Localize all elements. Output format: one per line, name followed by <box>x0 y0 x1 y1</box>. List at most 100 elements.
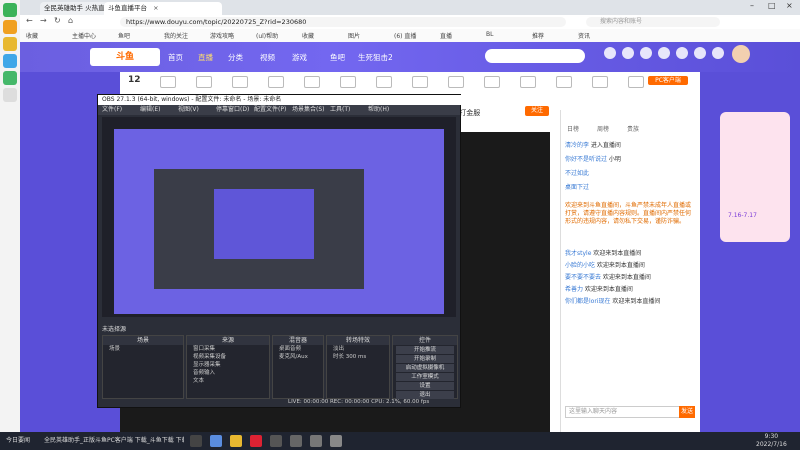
category-icon[interactable] <box>268 76 284 88</box>
site-search-input[interactable] <box>485 49 585 63</box>
category-icon[interactable] <box>340 76 356 88</box>
dock-item[interactable]: 视频采集设备 <box>187 353 269 361</box>
dock-item[interactable]: 淡出 <box>327 345 389 353</box>
dock-item[interactable]: 显示器采集 <box>187 361 269 369</box>
chat-tab[interactable]: 日榜 <box>567 124 579 133</box>
taskbar-news[interactable]: 今日要闻 <box>6 435 30 444</box>
browser-tab[interactable]: 全民英雄助手 火热直播平台 <box>40 2 108 15</box>
taskbar-window-title[interactable]: 全民英雄助手_正版斗鱼PC客户端 下载_斗鱼下载 下载 广告 <box>44 435 184 444</box>
control-button[interactable]: 开始推流 <box>396 346 454 354</box>
taskbar-app-icon[interactable] <box>310 435 322 447</box>
site-nav-item[interactable]: 分类 <box>228 52 243 63</box>
bookmark-item[interactable]: (ul)帮助 <box>256 31 278 40</box>
douyu-logo[interactable]: 斗鱼 <box>90 48 160 66</box>
refresh-icon[interactable]: ↻ <box>54 16 61 25</box>
bookmark-item[interactable]: BL <box>486 31 493 38</box>
user-nav-icon[interactable] <box>658 47 670 59</box>
chat-username[interactable]: 你们都是lori现在 <box>565 298 610 305</box>
category-icon[interactable] <box>628 76 644 88</box>
user-nav-icon[interactable] <box>694 47 706 59</box>
browser-icon[interactable] <box>3 3 17 17</box>
bookmark-item[interactable]: 我的关注 <box>164 31 188 40</box>
taskbar-app-icon[interactable] <box>330 435 342 447</box>
taskbar-app-icon[interactable] <box>210 435 222 447</box>
taskbar-app-icon[interactable] <box>190 435 202 447</box>
taskbar-app-icon[interactable] <box>230 435 242 447</box>
bookmark-item[interactable]: 主播中心 <box>72 31 96 40</box>
category-icon[interactable] <box>160 76 176 88</box>
chat-username[interactable]: 要不要不要去 <box>565 274 601 281</box>
bookmark-item[interactable]: 图片 <box>348 31 360 40</box>
add-icon[interactable] <box>3 88 17 102</box>
user-nav-icon[interactable] <box>712 47 724 59</box>
taskbar-app-icon[interactable] <box>290 435 302 447</box>
category-icon[interactable] <box>592 76 608 88</box>
maximize-icon[interactable]: □ <box>768 1 776 10</box>
taskbar-app-icon[interactable] <box>270 435 282 447</box>
control-button[interactable]: 设置 <box>396 382 454 390</box>
bookmark-item[interactable]: 鱼吧 <box>118 31 130 40</box>
site-nav-item[interactable]: 首页 <box>168 52 183 63</box>
dock-item[interactable]: 麦克风/Aux <box>273 353 323 361</box>
category-icon[interactable] <box>232 76 248 88</box>
bookmark-item[interactable]: 收藏 <box>302 31 314 40</box>
browser-search-input[interactable]: 搜索内容和账号 <box>586 17 720 27</box>
site-nav-item[interactable]: 鱼吧 <box>330 52 345 63</box>
bookmark-item[interactable]: (6) 直播 <box>394 31 416 40</box>
minimize-icon[interactable]: – <box>750 1 754 10</box>
home-icon[interactable]: ⌂ <box>68 16 73 25</box>
dock-item[interactable]: 窗口采集 <box>187 345 269 353</box>
chat-username[interactable]: 小脸的小吃 <box>565 262 595 269</box>
category-icon[interactable] <box>412 76 428 88</box>
category-icon[interactable] <box>448 76 464 88</box>
dock-item[interactable]: 场景 <box>103 345 183 353</box>
control-button[interactable]: 退出 <box>396 391 454 399</box>
user-nav-icon[interactable] <box>604 47 616 59</box>
site-nav-item[interactable]: 游戏 <box>292 52 307 63</box>
site-nav-item[interactable]: 直播 <box>198 52 213 63</box>
user-nav-icon[interactable] <box>676 47 688 59</box>
bookmark-item[interactable]: 游戏攻略 <box>210 31 234 40</box>
mail-icon[interactable] <box>3 54 17 68</box>
pc-client-button[interactable]: PC客户端 <box>648 76 688 85</box>
obs-menu-item[interactable]: 配置文件(P) <box>254 105 286 115</box>
collect-icon[interactable] <box>3 20 17 34</box>
user-nav-icon[interactable] <box>622 47 634 59</box>
control-button[interactable]: 启动虚拟摄像机 <box>396 364 454 372</box>
chat-input[interactable]: 这里输入聊天内容 <box>565 406 680 418</box>
obs-preview[interactable] <box>102 117 456 317</box>
bookmark-item[interactable]: 收藏 <box>26 31 38 40</box>
chat-username[interactable]: 希善力 <box>565 286 583 293</box>
category-icon[interactable] <box>304 76 320 88</box>
chat-username[interactable]: 清冷的李 <box>565 142 589 149</box>
control-button[interactable]: 工作室模式 <box>396 373 454 381</box>
user-nav-icon[interactable] <box>640 47 652 59</box>
dock-item[interactable]: 音频输入 <box>187 369 269 377</box>
site-nav-item[interactable]: 视频 <box>260 52 275 63</box>
forward-icon[interactable]: → <box>40 16 47 25</box>
obs-menu-item[interactable]: 文件(F) <box>102 105 122 115</box>
dock-item[interactable]: 桌面音频 <box>273 345 323 353</box>
obs-menu-item[interactable]: 停靠窗口(D) <box>216 105 249 115</box>
control-button[interactable]: 开始录制 <box>396 355 454 363</box>
chat-username[interactable]: 桌面下过 <box>565 184 589 191</box>
browser-tab-active[interactable]: 斗鱼直播平台 × <box>104 2 222 15</box>
taskbar-app-icon[interactable] <box>250 435 262 447</box>
category-icon[interactable] <box>556 76 572 88</box>
close-tab-icon[interactable]: × <box>153 4 158 12</box>
chat-username[interactable]: 不过如此 <box>565 170 589 177</box>
obs-menu-item[interactable]: 场景集合(S) <box>292 105 325 115</box>
avatar[interactable] <box>732 45 750 63</box>
category-icon[interactable] <box>376 76 392 88</box>
category-icon[interactable] <box>196 76 212 88</box>
game-icon[interactable] <box>3 37 17 51</box>
chat-tab[interactable]: 周榜 <box>597 124 609 133</box>
event-ad[interactable]: 7.16-7.17 <box>720 112 790 242</box>
follow-button[interactable]: 关注 <box>525 106 549 116</box>
send-button[interactable]: 发送 <box>679 406 695 418</box>
chat-username[interactable]: 我才style <box>565 250 591 257</box>
dock-item[interactable]: 文本 <box>187 377 269 385</box>
chat-icon[interactable] <box>3 71 17 85</box>
bookmark-item[interactable]: 直播 <box>440 31 452 40</box>
dock-item[interactable]: 时长 300 ms <box>327 353 389 361</box>
